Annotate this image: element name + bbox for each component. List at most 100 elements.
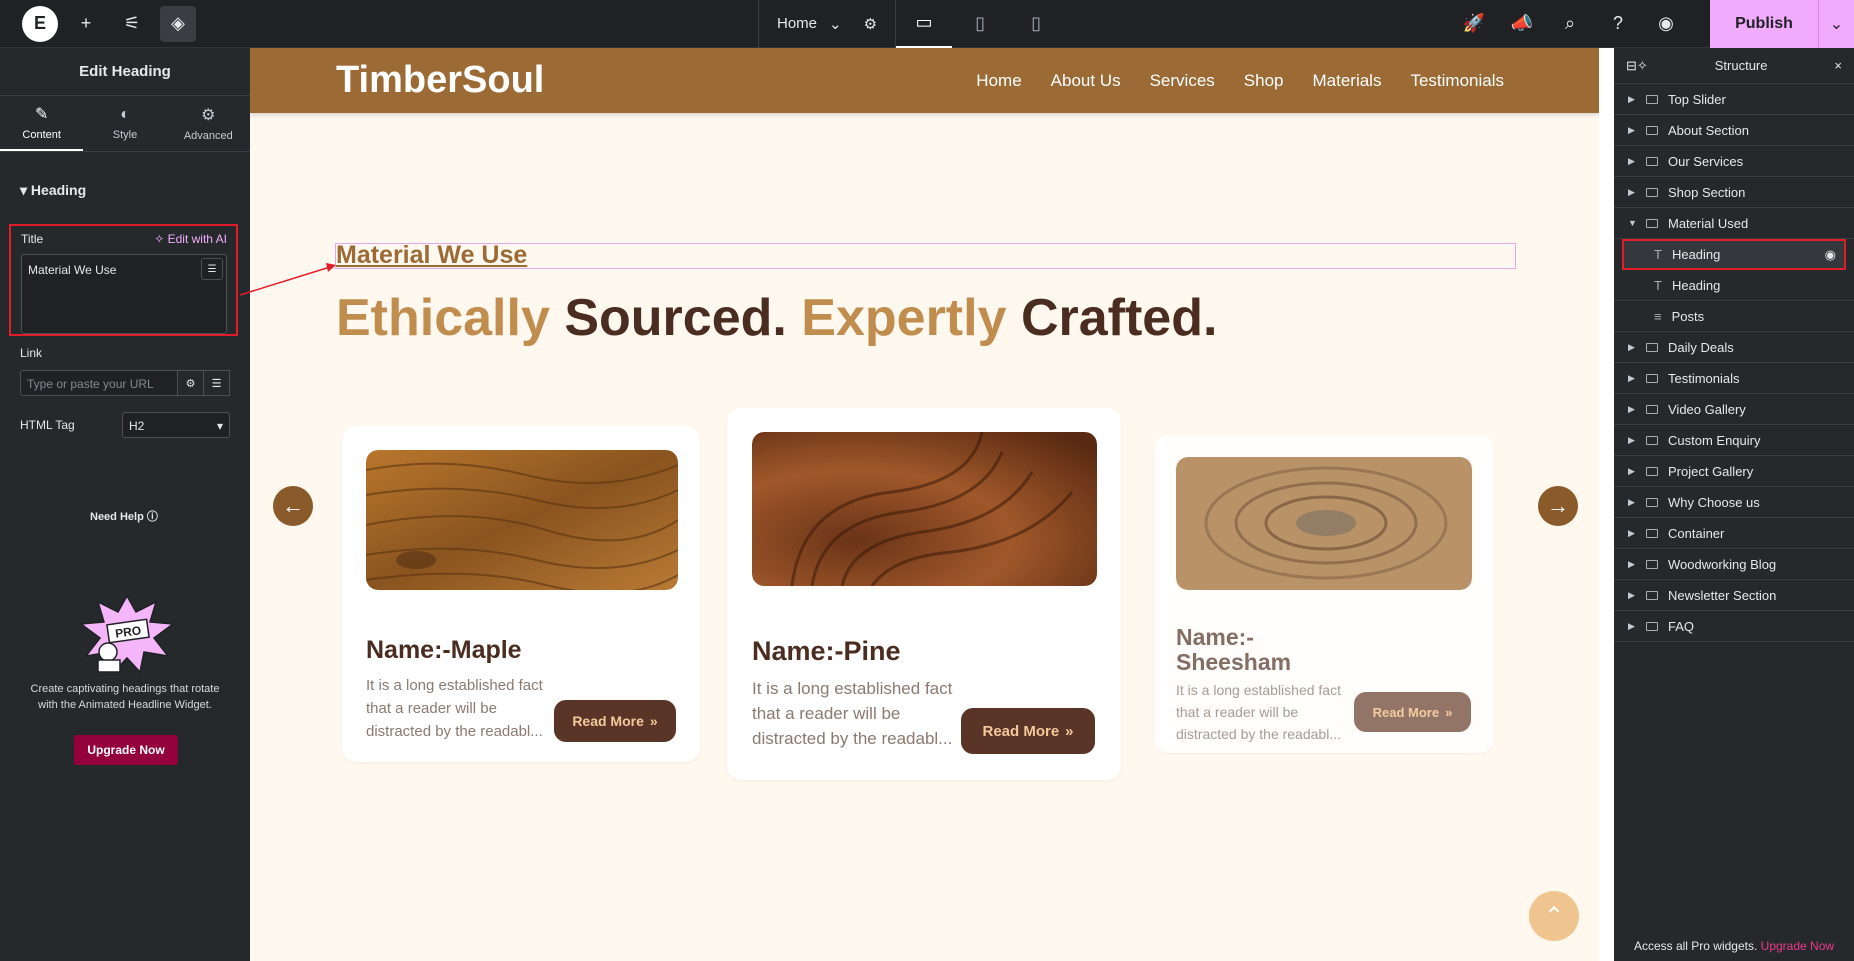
- navigator-item-why-choose-us[interactable]: ▶ Why Choose us: [1614, 487, 1854, 518]
- page-canvas: TimberSoul Home About Us Services Shop M…: [250, 48, 1599, 961]
- publish-button[interactable]: Publish: [1710, 0, 1818, 48]
- title-textarea[interactable]: Material We Use ☰: [21, 254, 227, 334]
- edit-panel: Edit Heading ✎ Content ◐ Style ⚙ Advance…: [0, 48, 250, 961]
- caret-down-icon[interactable]: ▼: [1628, 218, 1637, 228]
- navigator-item-video-gallery[interactable]: ▶ Video Gallery: [1614, 394, 1854, 425]
- html-tag-label: HTML Tag: [20, 418, 75, 432]
- navigator-item-faq[interactable]: ▶ FAQ: [1614, 611, 1854, 642]
- site-nav: Home About Us Services Shop Materials Te…: [976, 71, 1504, 91]
- navigator-item-heading[interactable]: T Heading: [1614, 270, 1854, 301]
- navigator-item-container[interactable]: ▶ Container: [1614, 518, 1854, 549]
- title-part-crafted: Crafted.: [1006, 289, 1218, 347]
- page-settings-gear-icon[interactable]: ⚙: [864, 15, 877, 33]
- container-icon: [1646, 125, 1658, 135]
- add-element-icon[interactable]: +: [68, 6, 104, 42]
- navigator-item-our-services[interactable]: ▶ Our Services: [1614, 146, 1854, 177]
- carousel-next-arrow-icon[interactable]: →: [1538, 486, 1578, 526]
- scroll-to-top-icon[interactable]: ⌃: [1529, 891, 1579, 941]
- tab-style[interactable]: ◐ Style: [83, 96, 166, 151]
- rocket-icon[interactable]: 🚀: [1450, 6, 1498, 42]
- mobile-view-icon[interactable]: ▯: [1008, 0, 1064, 48]
- maple-wood-image-icon: [366, 450, 678, 590]
- visibility-eye-icon[interactable]: ◉: [1825, 247, 1836, 263]
- site-logo[interactable]: TimberSoul: [336, 59, 544, 102]
- navigator-footer-text: Access all Pro widgets.: [1633, 939, 1758, 953]
- need-help-link[interactable]: Need Help ⓘ: [90, 508, 158, 524]
- caret-right-icon[interactable]: ▶: [1628, 125, 1636, 136]
- pine-wood-image-icon: [752, 432, 1097, 586]
- structure-layers-icon[interactable]: ◈: [160, 5, 196, 42]
- navigator-upgrade-link[interactable]: Upgrade Now: [1761, 939, 1834, 953]
- heading-section-toggle[interactable]: ▾ Heading: [0, 152, 250, 217]
- caret-right-icon[interactable]: ▶: [1628, 528, 1636, 539]
- caret-right-icon[interactable]: ▶: [1628, 404, 1636, 415]
- caret-right-icon[interactable]: ▶: [1628, 342, 1636, 353]
- link-dynamic-tags-icon[interactable]: ☰: [204, 370, 230, 396]
- read-more-button[interactable]: Read More »: [961, 708, 1095, 754]
- page-selector[interactable]: Home ⌄ ⚙: [759, 0, 897, 48]
- nav-materials[interactable]: Materials: [1312, 71, 1381, 91]
- elementor-logo-icon[interactable]: E: [22, 5, 58, 42]
- nav-testimonials[interactable]: Testimonials: [1410, 71, 1504, 91]
- caret-right-icon[interactable]: ▶: [1628, 94, 1636, 105]
- tablet-view-icon[interactable]: ▯: [952, 0, 1008, 48]
- dynamic-tags-icon[interactable]: ☰: [201, 258, 223, 280]
- navigator-item-testimonials[interactable]: ▶ Testimonials: [1614, 363, 1854, 394]
- preview-eye-icon[interactable]: ◉: [1642, 6, 1690, 42]
- navigator-item-project-gallery[interactable]: ▶ Project Gallery: [1614, 456, 1854, 487]
- link-url-input[interactable]: Type or paste your URL: [20, 370, 178, 396]
- tab-content[interactable]: ✎ Content: [0, 96, 84, 151]
- caret-right-icon[interactable]: ▶: [1628, 559, 1636, 570]
- edit-with-ai-button[interactable]: ✧ Edit with AI: [154, 232, 227, 246]
- edit-with-ai-label: Edit with AI: [167, 232, 227, 246]
- carousel-prev-arrow-icon[interactable]: ←: [273, 486, 313, 526]
- navigator-item-daily-deals[interactable]: ▶ Daily Deals: [1614, 332, 1854, 363]
- caret-right-icon[interactable]: ▶: [1628, 497, 1636, 508]
- ai-sparkle-icon[interactable]: ✧: [1637, 58, 1648, 74]
- nav-about-us[interactable]: About Us: [1051, 71, 1121, 91]
- close-icon[interactable]: ×: [1834, 58, 1842, 73]
- publish-options-chevron-icon[interactable]: ⌄: [1818, 0, 1854, 48]
- read-more-button[interactable]: Read More »: [554, 700, 676, 742]
- container-icon: [1646, 404, 1658, 414]
- search-icon[interactable]: ⌕: [1546, 6, 1594, 42]
- help-icon[interactable]: ?: [1594, 6, 1642, 42]
- container-icon: [1646, 559, 1658, 569]
- navigator-item-shop-section[interactable]: ▶ Shop Section: [1614, 177, 1854, 208]
- read-more-button[interactable]: Read More »: [1354, 692, 1471, 732]
- html-tag-select[interactable]: H2 ▾: [122, 412, 230, 438]
- navigator-item-heading-selected[interactable]: T Heading ◉: [1622, 239, 1846, 270]
- navigator-item-about-section[interactable]: ▶ About Section: [1614, 115, 1854, 146]
- navigator-item-label: Our Services: [1668, 153, 1744, 169]
- caret-right-icon[interactable]: ▶: [1628, 621, 1636, 632]
- navigator-item-newsletter-section[interactable]: ▶ Newsletter Section: [1614, 580, 1854, 611]
- nav-shop[interactable]: Shop: [1244, 71, 1284, 91]
- site-settings-icon[interactable]: ⚟: [114, 6, 150, 42]
- navigator-item-material-used[interactable]: ▼ Material Used: [1614, 208, 1854, 239]
- navigator-item-custom-enquiry[interactable]: ▶ Custom Enquiry: [1614, 425, 1854, 456]
- double-chevron-right-icon: »: [1445, 704, 1453, 720]
- navigator-item-top-slider[interactable]: ▶ Top Slider: [1614, 84, 1854, 115]
- link-options-gear-icon[interactable]: ⚙: [178, 370, 204, 396]
- caret-right-icon[interactable]: ▶: [1628, 156, 1636, 167]
- collapse-all-icon[interactable]: ⊟: [1626, 58, 1637, 74]
- tab-advanced[interactable]: ⚙ Advanced: [167, 96, 250, 151]
- caret-right-icon[interactable]: ▶: [1628, 466, 1636, 477]
- navigator-item-label: Project Gallery: [1668, 463, 1754, 479]
- nav-services[interactable]: Services: [1150, 71, 1215, 91]
- title-field-label: Title: [21, 232, 44, 246]
- nav-home[interactable]: Home: [976, 71, 1021, 91]
- material-we-use-heading[interactable]: Material We Use: [336, 241, 527, 270]
- navigator-item-woodworking-blog[interactable]: ▶ Woodworking Blog: [1614, 549, 1854, 580]
- navigator-item-posts[interactable]: ≡ Posts: [1614, 301, 1854, 332]
- navigator-item-label: Testimonials: [1668, 370, 1740, 386]
- caret-right-icon[interactable]: ▶: [1628, 435, 1636, 446]
- section-main-title[interactable]: Ethically Sourced. Expertly Crafted.: [336, 288, 1217, 348]
- desktop-view-icon[interactable]: ▭: [896, 0, 953, 48]
- whats-new-megaphone-icon[interactable]: 📣: [1498, 6, 1546, 42]
- upgrade-now-button[interactable]: Upgrade Now: [74, 735, 178, 765]
- caret-right-icon[interactable]: ▶: [1628, 373, 1636, 384]
- caret-right-icon[interactable]: ▶: [1628, 187, 1636, 198]
- caret-right-icon[interactable]: ▶: [1628, 590, 1636, 601]
- double-chevron-right-icon: »: [1065, 722, 1074, 740]
